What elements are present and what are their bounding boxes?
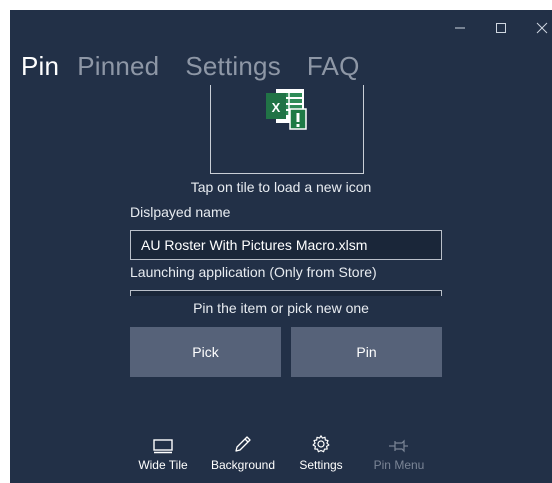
tab-settings[interactable]: Settings bbox=[185, 50, 281, 82]
pin-icon bbox=[389, 439, 408, 453]
appbar-pin-menu-label: Pin Menu bbox=[373, 458, 425, 472]
appbar-wide-tile[interactable]: Wide Tile bbox=[128, 430, 198, 472]
appbar-settings-label: Settings bbox=[299, 458, 343, 472]
pivot-nav: Pin Pinned Settings FAQ bbox=[21, 50, 386, 82]
displayed-name-label: Dislpayed name bbox=[130, 204, 231, 220]
tile-hint: Tap on tile to load a new icon bbox=[190, 179, 372, 195]
pick-button-label: Pick bbox=[192, 344, 219, 360]
pick-button[interactable]: Pick bbox=[130, 327, 281, 377]
displayed-name-input[interactable]: AU Roster With Pictures Macro.xlsm bbox=[130, 230, 442, 260]
appbar-background[interactable]: Background bbox=[208, 430, 278, 472]
appbar-background-label: Background bbox=[210, 458, 276, 472]
svg-text:X: X bbox=[272, 100, 281, 115]
pin-prompt: Pin the item or pick new one bbox=[193, 300, 369, 316]
pin-button[interactable]: Pin bbox=[291, 327, 442, 377]
tab-pin[interactable]: Pin bbox=[21, 50, 59, 82]
launching-app-label: Launching application (Only from Store) bbox=[130, 264, 377, 280]
excel-file-warning-icon: X bbox=[266, 89, 307, 130]
close-icon bbox=[536, 22, 548, 34]
minimize-button[interactable] bbox=[440, 16, 480, 40]
tab-faq[interactable]: FAQ bbox=[307, 50, 360, 82]
pin-button-label: Pin bbox=[356, 344, 377, 360]
tile-preview[interactable]: X bbox=[210, 85, 364, 174]
wide-tile-icon bbox=[153, 439, 173, 454]
app-window: Pin Pinned Settings FAQ X Tap on tile to… bbox=[10, 10, 552, 483]
tab-pinned[interactable]: Pinned bbox=[77, 50, 159, 82]
maximize-button[interactable] bbox=[481, 16, 521, 40]
gear-icon bbox=[312, 435, 330, 453]
minimize-icon bbox=[455, 27, 465, 29]
launching-app-input[interactable] bbox=[130, 290, 442, 296]
pencil-icon bbox=[235, 436, 251, 452]
close-button[interactable] bbox=[522, 16, 552, 40]
appbar-settings[interactable]: Settings bbox=[286, 430, 356, 472]
maximize-icon bbox=[496, 23, 506, 33]
appbar-pin-menu[interactable]: Pin Menu bbox=[364, 430, 434, 472]
appbar-wide-tile-label: Wide Tile bbox=[138, 458, 188, 472]
